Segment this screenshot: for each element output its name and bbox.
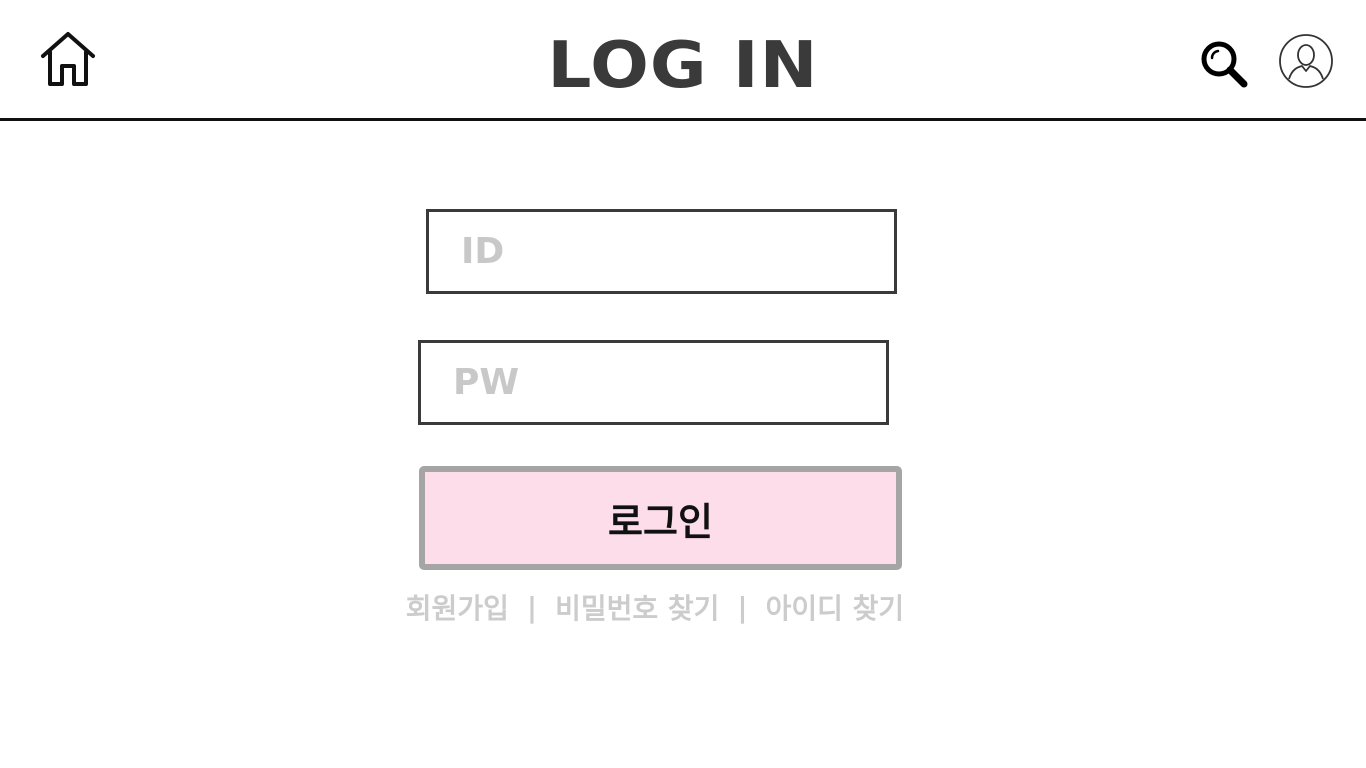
search-icon[interactable]	[1198, 38, 1252, 92]
login-button[interactable]: 로그인	[419, 466, 902, 570]
link-separator: |	[526, 590, 538, 624]
id-input[interactable]	[429, 212, 894, 291]
page-title: LOG IN	[547, 29, 819, 103]
link-separator: |	[737, 590, 748, 624]
account-links: 회원가입 | 비밀번호 찾기 | 아이디 찾기	[0, 585, 1310, 629]
header-divider	[0, 118, 1366, 121]
login-page: LOG IN 로그인 회원가입 | 비밀번호 찾기 | 아이디 찾기	[0, 0, 1366, 768]
find-password-link[interactable]: 비밀번호 찾기	[555, 587, 719, 627]
id-field[interactable]	[426, 209, 897, 294]
pw-field[interactable]	[418, 340, 889, 425]
user-icon[interactable]	[1278, 33, 1334, 89]
pw-input[interactable]	[421, 343, 886, 422]
find-id-link[interactable]: 아이디 찾기	[766, 587, 905, 627]
signup-link[interactable]: 회원가입	[406, 587, 509, 627]
